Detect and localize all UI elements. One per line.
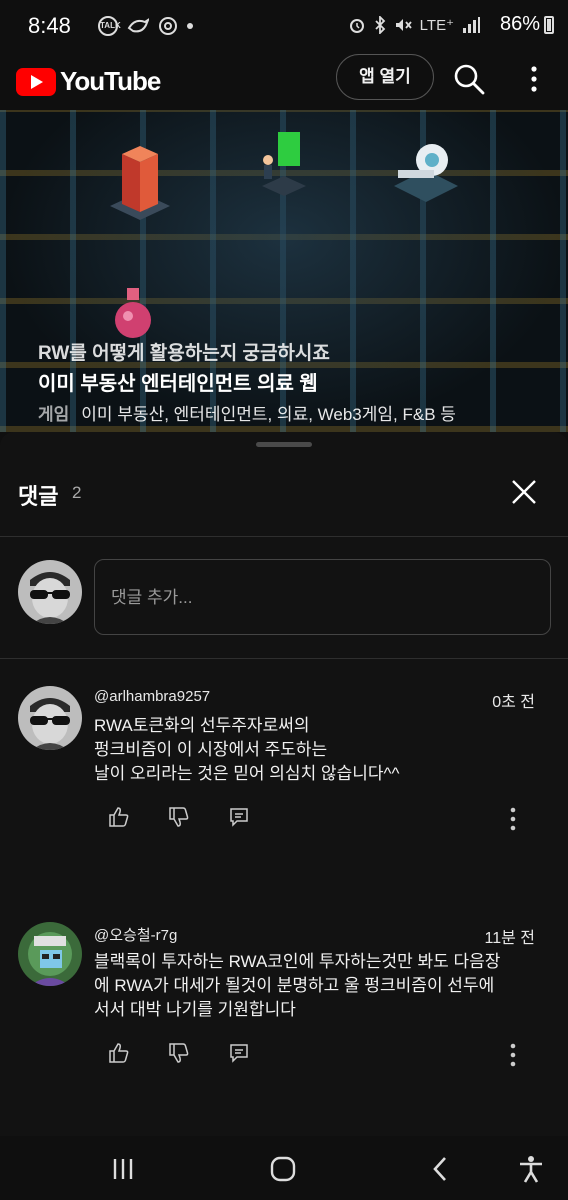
video-caption-line1: RW를 어떻게 활용하는지 궁금하시죠 xyxy=(38,343,330,364)
drag-handle[interactable] xyxy=(256,442,312,447)
comment-more-icon[interactable] xyxy=(502,806,524,832)
medical-scanner-illustration xyxy=(394,144,458,202)
bird-app-icon xyxy=(127,18,149,33)
comment-time: 0초 전 xyxy=(492,694,535,711)
accessibility-icon[interactable] xyxy=(516,1154,546,1184)
lte-icon: LTE⁺ xyxy=(419,17,454,34)
status-notification-icons: TALK xyxy=(98,16,193,36)
bluetooth-icon xyxy=(375,16,385,34)
comment-actions xyxy=(108,806,250,828)
greenscreen-illustration xyxy=(262,132,306,196)
comment-line: 블랙록이 투자하는 RWA코인에 투자하는것만 봐도 다음장 xyxy=(94,952,501,971)
youtube-wordmark: YouTube xyxy=(60,66,161,96)
close-icon[interactable] xyxy=(508,476,540,508)
comment-line: RWA토큰화의 선두주자로써의 xyxy=(94,716,310,735)
open-app-button[interactable]: 앱 열기 xyxy=(336,54,434,100)
more-vertical-icon[interactable] xyxy=(522,64,546,94)
comment-more-icon[interactable] xyxy=(502,1042,524,1068)
mute-icon xyxy=(395,19,412,31)
comment-text: 블랙록이 투자하는 RWA코인에 투자하는것만 봐도 다음장 에 RWA가 대세… xyxy=(94,950,546,1022)
battery-indicator: 86% xyxy=(500,13,554,36)
comment-line: 에 RWA가 대세가 될것이 분명하고 울 펑크비즘이 선두에 xyxy=(94,976,495,995)
comments-title: 댓글 xyxy=(18,484,59,509)
potion-illustration xyxy=(115,288,151,338)
comment-line: 서서 대박 나기를 기원합니다 xyxy=(94,1000,296,1019)
comment-line: 펑크비즘이 이 시장에서 주도하는 xyxy=(94,740,328,759)
video-caption-overlay: RW를 어떻게 활용하는지 궁금하시죠 이미 부동산 엔터테인먼트 의료 웹 게… xyxy=(38,338,518,425)
dislike-icon[interactable] xyxy=(168,806,190,828)
comments-sheet: 댓글 2 @arlhambra9257 0초 전 RWA토큰화의 선두주자로써의… xyxy=(0,432,568,1136)
divider xyxy=(0,658,568,659)
signal-icon xyxy=(463,17,480,33)
add-comment-box[interactable] xyxy=(94,559,551,636)
system-nav-bar xyxy=(0,1136,568,1200)
comment-actions xyxy=(108,1042,250,1064)
comment-item: @arlhambra9257 0초 전 RWA토큰화의 선두주자로써의 펑크비즘… xyxy=(0,686,568,866)
alarm-icon xyxy=(349,19,364,33)
avatar[interactable] xyxy=(18,922,82,986)
top-app-bar: YouTube 앱 열기 xyxy=(0,52,568,110)
status-bar: 8:48 TALK LTE⁺ 86% xyxy=(0,0,568,52)
dot-icon xyxy=(187,23,193,29)
comment-author[interactable]: @오승철-r7g xyxy=(94,924,177,945)
comments-count: 2 xyxy=(72,483,82,502)
battery-level: 86% xyxy=(499,13,540,35)
reply-icon[interactable] xyxy=(228,806,250,828)
avatar xyxy=(18,560,82,624)
battery-icon xyxy=(544,15,554,34)
comment-line: 날이 오리라는 것은 믿어 의심치 않습니다^^ xyxy=(94,764,400,783)
search-icon[interactable] xyxy=(452,62,486,96)
back-icon[interactable] xyxy=(426,1154,456,1184)
youtube-logo[interactable]: YouTube xyxy=(16,66,161,97)
comment-author[interactable]: @arlhambra9257 xyxy=(94,688,210,705)
avatar[interactable] xyxy=(18,686,82,750)
like-icon[interactable] xyxy=(108,1042,130,1064)
video-caption-line2: 이미 부동산 엔터테인먼트 의료 웹 xyxy=(38,373,318,395)
like-icon[interactable] xyxy=(108,806,130,828)
status-system-icons: LTE⁺ xyxy=(348,16,480,34)
add-comment-input[interactable] xyxy=(109,560,533,636)
video-player[interactable]: RW를 어떻게 활용하는지 궁금하시죠 이미 부동산 엔터테인먼트 의료 웹 게… xyxy=(0,110,568,432)
chrome-icon xyxy=(159,17,177,35)
reply-icon[interactable] xyxy=(228,1042,250,1064)
comment-item: @오승철-r7g 11분 전 블랙록이 투자하는 RWA코인에 투자하는것만 봐… xyxy=(0,922,568,1102)
youtube-play-icon xyxy=(16,67,56,96)
status-time: 8:48 xyxy=(28,13,71,38)
video-caption-line3-text: 이미 부동산, 엔터테인먼트, 의료, Web3게임, F&B 등 xyxy=(81,405,456,424)
comment-time: 11분 전 xyxy=(484,930,536,947)
home-icon[interactable] xyxy=(268,1154,298,1184)
talk-icon: TALK xyxy=(98,16,121,36)
divider xyxy=(0,536,568,537)
building-illustration xyxy=(110,146,170,220)
dislike-icon[interactable] xyxy=(168,1042,190,1064)
video-caption-line3-prefix: 게임 xyxy=(38,405,70,424)
recent-apps-icon[interactable] xyxy=(108,1154,138,1184)
comment-text: RWA토큰화의 선두주자로써의 펑크비즘이 이 시장에서 주도하는 날이 오리라… xyxy=(94,714,546,786)
video-caption-line3: 게임 이미 부동산, 엔터테인먼트, 의료, Web3게임, F&B 등 xyxy=(38,400,518,425)
